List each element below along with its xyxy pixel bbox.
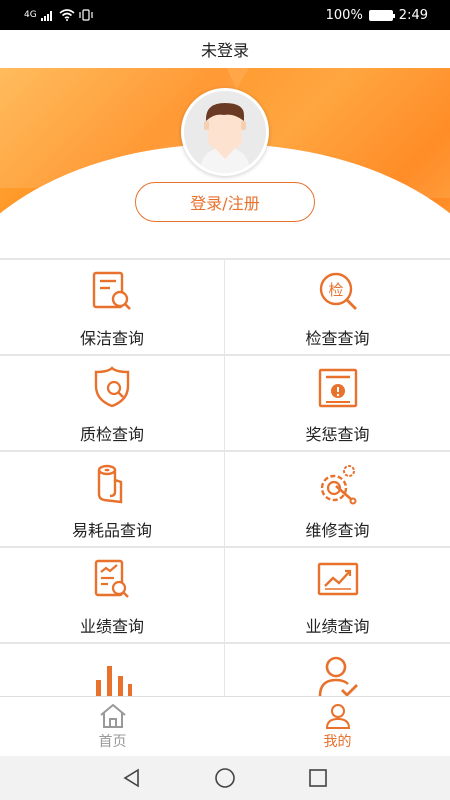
login-register-button[interactable]: 登录/注册 xyxy=(135,182,315,222)
battery-icon xyxy=(368,9,395,21)
tab-mine-label: 我的 xyxy=(323,733,352,750)
menu-item-repair-query[interactable]: 维修查询 xyxy=(225,452,450,546)
repair-gear-icon xyxy=(320,465,356,505)
back-icon[interactable] xyxy=(122,768,142,788)
status-right: 100% 2:49 xyxy=(326,8,428,23)
menu-item-statistics[interactable] xyxy=(0,644,224,696)
system-nav-bar xyxy=(0,756,450,800)
bottom-nav: 首页 我的 xyxy=(0,696,450,756)
tab-home[interactable]: 首页 xyxy=(0,697,225,756)
status-bar: 4G 100% 2:49 xyxy=(0,0,450,30)
avatar[interactable] xyxy=(181,88,269,176)
menu-item-cleaning-query[interactable]: 保洁查询 xyxy=(0,260,224,354)
person-icon xyxy=(325,703,350,729)
menu-item-label: 业绩查询 xyxy=(305,617,370,636)
tab-home-label: 首页 xyxy=(98,733,127,750)
svg-text:检: 检 xyxy=(328,281,343,299)
shield-search-icon xyxy=(94,366,130,408)
menu-item-performance-query-1[interactable]: 业绩查询 xyxy=(0,548,224,642)
alert-document-icon xyxy=(318,368,357,408)
bar-chart-icon xyxy=(96,666,132,696)
network-label: 4G xyxy=(24,10,37,20)
menu-item-label: 业绩查询 xyxy=(79,617,144,636)
home-icon xyxy=(99,703,126,728)
menu-item-label: 检查查询 xyxy=(305,329,370,348)
home-circle-icon[interactable] xyxy=(214,767,236,789)
battery-percent: 100% xyxy=(325,7,363,23)
menu-item-label: 奖惩查询 xyxy=(305,425,370,444)
menu-item-quality-query[interactable]: 质检查询 xyxy=(0,356,224,450)
user-check-icon xyxy=(318,656,358,696)
menu-item-label: 维修查询 xyxy=(305,521,370,540)
status-left: 4G xyxy=(24,9,93,21)
query-menu-grid: 保洁查询 检 检查查询 质检查询 奖惩查询 易耗品查询 维修查询 业绩查询 业绩… xyxy=(0,258,450,696)
report-search-icon xyxy=(92,271,131,310)
tissue-roll-icon xyxy=(97,464,123,504)
page-title: 未登录 xyxy=(200,41,249,60)
inspect-search-icon: 检 xyxy=(319,272,357,310)
trend-chart-icon xyxy=(317,562,358,596)
vibrate-icon xyxy=(79,9,93,21)
menu-item-inspection-query[interactable]: 检 检查查询 xyxy=(225,260,450,354)
menu-item-label: 质检查询 xyxy=(79,425,144,444)
wifi-icon xyxy=(59,9,75,21)
menu-item-user-check[interactable] xyxy=(225,644,450,696)
login-register-label: 登录/注册 xyxy=(190,194,260,213)
title-bar: 未登录 xyxy=(0,30,450,68)
recents-icon[interactable] xyxy=(308,768,328,788)
menu-item-label: 保洁查询 xyxy=(79,329,144,348)
signal-icon xyxy=(40,10,52,21)
menu-item-label: 易耗品查询 xyxy=(71,521,152,540)
performance-doc-icon xyxy=(94,559,129,598)
menu-item-reward-penalty-query[interactable]: 奖惩查询 xyxy=(225,356,450,450)
avatar-face-icon xyxy=(184,91,266,173)
menu-item-consumables-query[interactable]: 易耗品查询 xyxy=(0,452,224,546)
tab-mine[interactable]: 我的 xyxy=(225,697,450,756)
menu-item-performance-query-2[interactable]: 业绩查询 xyxy=(225,548,450,642)
clock: 2:49 xyxy=(398,7,428,23)
